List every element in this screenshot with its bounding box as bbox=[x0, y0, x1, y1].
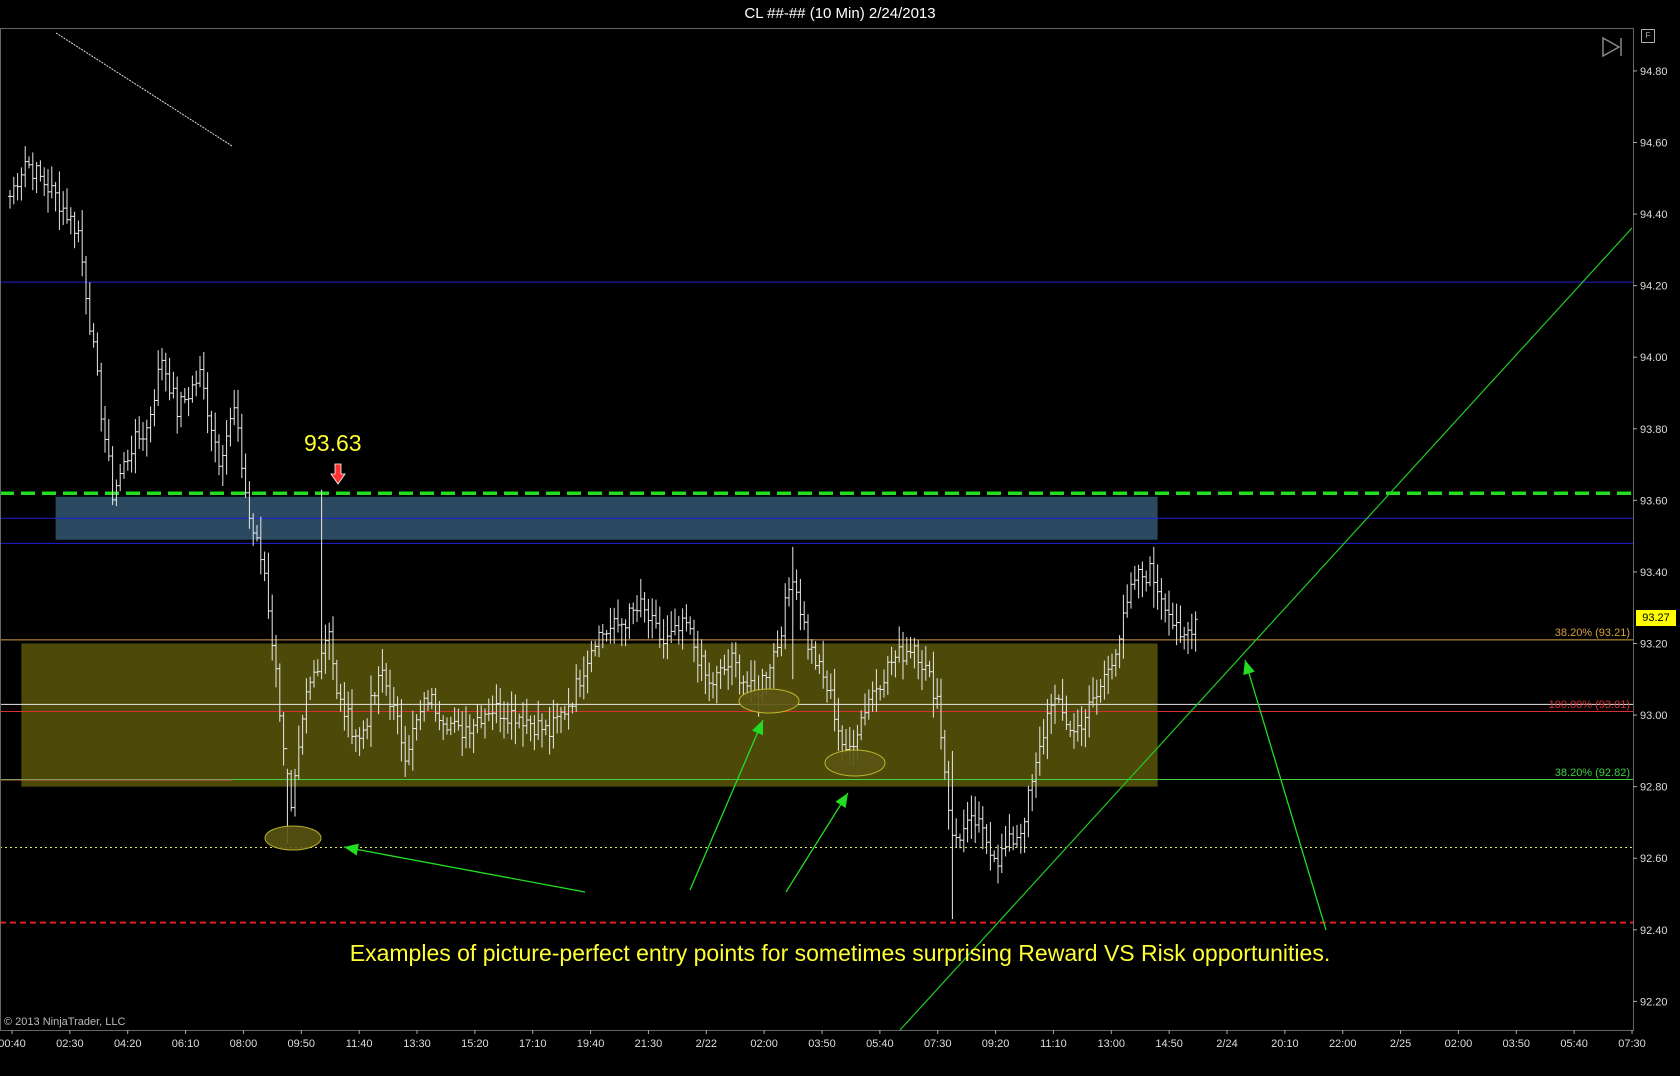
x-tick-label: 03:50 bbox=[1503, 1038, 1531, 1050]
y-tick-label: 94.80 bbox=[1640, 66, 1668, 78]
x-tick-label: 17:10 bbox=[519, 1038, 547, 1050]
x-tick-label: 02:30 bbox=[56, 1038, 84, 1050]
x-tick-label: 20:10 bbox=[1271, 1038, 1299, 1050]
support-zone bbox=[21, 643, 1158, 787]
current-price-tag: 93.27 bbox=[1636, 610, 1676, 627]
x-tick-label: 08:00 bbox=[230, 1038, 258, 1050]
chart-annotation: Examples of picture-perfect entry points… bbox=[349, 940, 1331, 966]
x-tick-label: 19:40 bbox=[577, 1038, 605, 1050]
x-tick-label: 06:10 bbox=[172, 1038, 200, 1050]
y-tick-label: 93.40 bbox=[1640, 567, 1668, 579]
x-tick-label: 04:20 bbox=[114, 1038, 142, 1050]
x-tick-label: 07:30 bbox=[1618, 1038, 1646, 1050]
fib-label-upper: 38.20% (93.21) bbox=[1554, 626, 1630, 639]
y-tick-label: 92.80 bbox=[1640, 782, 1668, 794]
x-tick-label: 00:40 bbox=[0, 1038, 26, 1050]
x-tick-label: 2/22 bbox=[696, 1038, 717, 1050]
x-tick-label: 2/25 bbox=[1390, 1038, 1411, 1050]
entry-ellipse-0 bbox=[264, 825, 322, 851]
y-tick-label: 94.60 bbox=[1640, 138, 1668, 150]
entry-arrow-2 bbox=[785, 792, 849, 893]
y-tick-label: 92.40 bbox=[1640, 925, 1668, 937]
copyright: © 2013 NinjaTrader, LLC bbox=[4, 1016, 126, 1028]
entry-arrow-3 bbox=[1244, 659, 1327, 931]
price-callout: 93.63 bbox=[304, 430, 362, 456]
y-tick-label: 92.20 bbox=[1640, 996, 1668, 1008]
x-tick-label: 13:30 bbox=[403, 1038, 431, 1050]
x-tick-label: 02:00 bbox=[1445, 1038, 1473, 1050]
x-tick-label: 13:00 bbox=[1098, 1038, 1126, 1050]
x-tick-label: 11:40 bbox=[346, 1038, 373, 1050]
x-tick-label: 07:30 bbox=[924, 1038, 952, 1050]
entry-arrowhead-2 bbox=[835, 793, 848, 809]
trend-line-rising bbox=[899, 227, 1633, 1031]
x-tick-label: 22:00 bbox=[1329, 1038, 1357, 1050]
fib-label-mid: 100.00% (93.01) bbox=[1548, 698, 1630, 711]
y-tick-label: 94.20 bbox=[1640, 281, 1668, 293]
entry-arrow-0 bbox=[343, 846, 586, 893]
trend-line-top bbox=[55, 32, 233, 147]
entry-arrowhead-3 bbox=[1243, 660, 1255, 676]
entry-ellipse-2 bbox=[824, 749, 886, 777]
flat-button[interactable]: F bbox=[1641, 29, 1655, 43]
peak-down-arrow-icon bbox=[330, 463, 346, 485]
y-tick-label: 93.20 bbox=[1640, 639, 1668, 651]
x-tick-label: 03:50 bbox=[808, 1038, 836, 1050]
x-tick-label: 09:50 bbox=[288, 1038, 316, 1050]
x-tick-label: 11:10 bbox=[1040, 1038, 1067, 1050]
x-tick-label: 21:30 bbox=[635, 1038, 663, 1050]
x-tick-label: 15:20 bbox=[461, 1038, 489, 1050]
x-tick-label: 05:40 bbox=[1560, 1038, 1588, 1050]
y-tick-label: 93.00 bbox=[1640, 710, 1668, 722]
y-tick-label: 94.40 bbox=[1640, 209, 1668, 221]
price-chart[interactable]: 94.80 94.60 94.40 94.20 94.00 93.80 93.60 93.40… bbox=[0, 0, 1680, 1076]
y-tick-label: 93.60 bbox=[1640, 495, 1668, 507]
entry-ellipse-1 bbox=[738, 688, 800, 714]
play-icon[interactable] bbox=[1601, 36, 1625, 58]
fib-label-lower: 38.20% (92.82) bbox=[1554, 766, 1630, 779]
y-tick-label: 94.00 bbox=[1640, 352, 1668, 364]
x-tick-label: 2/24 bbox=[1216, 1038, 1237, 1050]
x-tick-label: 14:50 bbox=[1155, 1038, 1183, 1050]
x-tick-label: 09:20 bbox=[982, 1038, 1010, 1050]
y-tick-label: 92.60 bbox=[1640, 853, 1668, 865]
y-tick-label: 93.80 bbox=[1640, 424, 1668, 436]
x-tick-label: 02:00 bbox=[750, 1038, 778, 1050]
entry-arrowhead-0 bbox=[344, 843, 359, 856]
x-tick-label: 05:40 bbox=[866, 1038, 894, 1050]
